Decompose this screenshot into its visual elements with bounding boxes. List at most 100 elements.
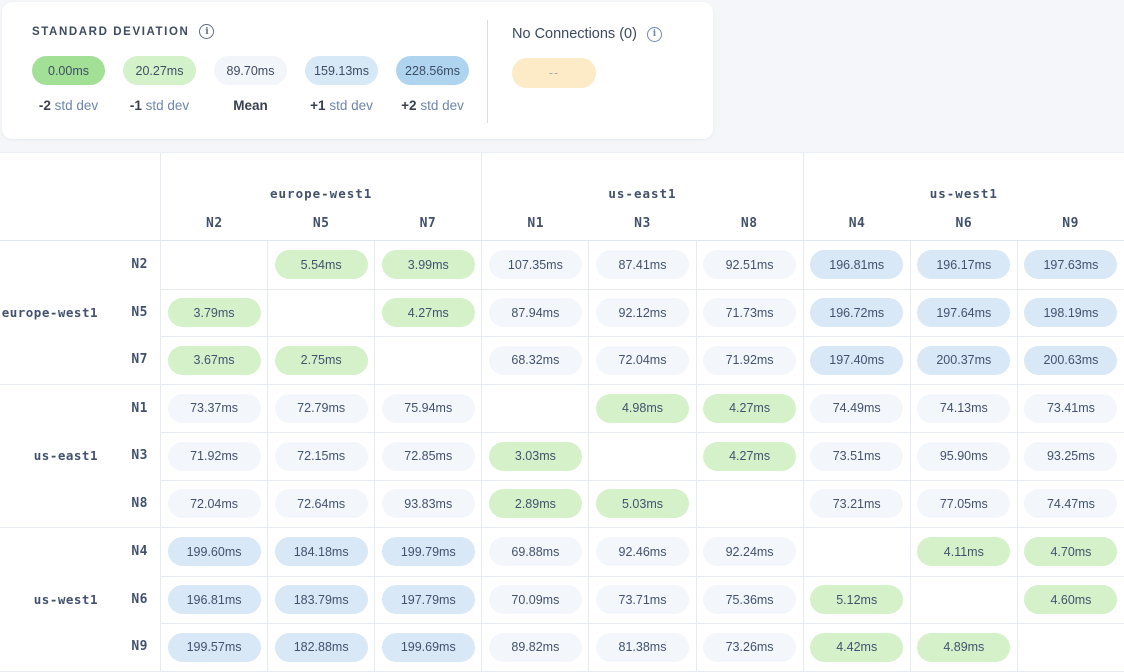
- latency-pill[interactable]: 92.24ms: [703, 537, 796, 566]
- latency-pill[interactable]: 95.90ms: [917, 442, 1010, 471]
- column-node-label[interactable]: N1: [482, 216, 589, 231]
- info-icon[interactable]: i: [199, 24, 214, 39]
- latency-pill[interactable]: 199.69ms: [382, 633, 475, 662]
- latency-pill[interactable]: 72.15ms: [275, 442, 368, 471]
- latency-pill[interactable]: 72.79ms: [275, 394, 368, 423]
- latency-pill[interactable]: 72.04ms: [168, 489, 261, 518]
- latency-pill[interactable]: 81.38ms: [596, 633, 689, 662]
- latency-pill[interactable]: 2.89ms: [489, 489, 582, 518]
- latency-pill[interactable]: 200.37ms: [917, 346, 1010, 375]
- column-node-label[interactable]: N6: [910, 216, 1017, 231]
- latency-pill[interactable]: 73.37ms: [168, 394, 261, 423]
- column-region-label: us-west1: [804, 186, 1124, 201]
- row-node-label[interactable]: N6: [112, 576, 160, 624]
- column-node-label[interactable]: N3: [589, 216, 696, 231]
- latency-pill[interactable]: 4.27ms: [703, 394, 796, 423]
- latency-pill[interactable]: 2.75ms: [275, 346, 368, 375]
- latency-pill[interactable]: 70.09ms: [489, 585, 582, 614]
- latency-pill[interactable]: 196.81ms: [810, 250, 903, 279]
- latency-pill[interactable]: 4.89ms: [917, 633, 1010, 662]
- column-node-label[interactable]: N8: [696, 216, 803, 231]
- latency-pill[interactable]: 69.88ms: [489, 537, 582, 566]
- row-node-label[interactable]: N1: [112, 385, 160, 433]
- latency-pill[interactable]: 197.79ms: [382, 585, 475, 614]
- latency-pill[interactable]: 92.46ms: [596, 537, 689, 566]
- latency-pill[interactable]: 184.18ms: [275, 537, 368, 566]
- latency-pill[interactable]: 199.57ms: [168, 633, 261, 662]
- latency-pill[interactable]: 4.98ms: [596, 394, 689, 423]
- latency-pill[interactable]: 5.03ms: [596, 489, 689, 518]
- latency-pill[interactable]: 4.60ms: [1024, 585, 1117, 614]
- latency-pill[interactable]: 74.49ms: [810, 394, 903, 423]
- latency-pill[interactable]: 73.21ms: [810, 489, 903, 518]
- latency-pill[interactable]: 71.92ms: [168, 442, 261, 471]
- latency-pill[interactable]: 198.19ms: [1024, 298, 1117, 327]
- latency-pill[interactable]: 74.47ms: [1024, 489, 1117, 518]
- latency-pill[interactable]: 4.11ms: [917, 537, 1010, 566]
- latency-pill[interactable]: 5.12ms: [810, 585, 903, 614]
- column-node-label[interactable]: N7: [375, 216, 482, 231]
- latency-pill[interactable]: 197.40ms: [810, 346, 903, 375]
- latency-pill[interactable]: 93.25ms: [1024, 442, 1117, 471]
- latency-pill[interactable]: 89.82ms: [489, 633, 582, 662]
- latency-pill[interactable]: 5.54ms: [275, 250, 368, 279]
- latency-pill[interactable]: 87.41ms: [596, 250, 689, 279]
- info-icon[interactable]: i: [647, 27, 662, 42]
- latency-pill[interactable]: 71.73ms: [703, 298, 796, 327]
- row-node-label[interactable]: N2: [112, 241, 160, 289]
- matrix-cell: 73.71ms: [588, 576, 695, 624]
- latency-pill[interactable]: 73.41ms: [1024, 394, 1117, 423]
- row-node-label[interactable]: N7: [112, 336, 160, 384]
- latency-pill[interactable]: 92.12ms: [596, 298, 689, 327]
- row-node-label[interactable]: N9: [112, 623, 160, 671]
- latency-pill[interactable]: 74.13ms: [917, 394, 1010, 423]
- latency-pill[interactable]: 73.71ms: [596, 585, 689, 614]
- latency-pill[interactable]: 199.79ms: [382, 537, 475, 566]
- latency-pill[interactable]: 75.94ms: [382, 394, 475, 423]
- matrix-cell: 68.32ms: [481, 336, 588, 384]
- matrix-cell: 74.49ms: [803, 385, 910, 433]
- latency-pill[interactable]: 72.04ms: [596, 346, 689, 375]
- latency-pill[interactable]: 196.17ms: [917, 250, 1010, 279]
- column-node-label[interactable]: N9: [1017, 216, 1124, 231]
- column-node-label[interactable]: N2: [161, 216, 268, 231]
- matrix-cell: 197.79ms: [374, 576, 481, 624]
- latency-pill[interactable]: 68.32ms: [489, 346, 582, 375]
- latency-pill[interactable]: 72.64ms: [275, 489, 368, 518]
- latency-pill[interactable]: 73.51ms: [810, 442, 903, 471]
- latency-pill[interactable]: 197.64ms: [917, 298, 1010, 327]
- latency-pill[interactable]: 77.05ms: [917, 489, 1010, 518]
- column-node-label[interactable]: N4: [804, 216, 911, 231]
- latency-pill[interactable]: 199.60ms: [168, 537, 261, 566]
- latency-pill[interactable]: 3.99ms: [382, 250, 475, 279]
- latency-pill[interactable]: 4.42ms: [810, 633, 903, 662]
- latency-pill[interactable]: 3.03ms: [489, 442, 582, 471]
- latency-pill[interactable]: 4.27ms: [382, 298, 475, 327]
- latency-pill[interactable]: 75.36ms: [703, 585, 796, 614]
- row-node-label[interactable]: N8: [112, 480, 160, 528]
- latency-pill[interactable]: 3.79ms: [168, 298, 261, 327]
- latency-pill[interactable]: 182.88ms: [275, 633, 368, 662]
- latency-pill[interactable]: 196.72ms: [810, 298, 903, 327]
- matrix-cell: 71.92ms: [696, 336, 803, 384]
- matrix-cell: 73.41ms: [1017, 385, 1124, 433]
- latency-pill[interactable]: 196.81ms: [168, 585, 261, 614]
- latency-pill[interactable]: 183.79ms: [275, 585, 368, 614]
- latency-pill[interactable]: 87.94ms: [489, 298, 582, 327]
- row-node-label[interactable]: N5: [112, 289, 160, 337]
- latency-pill[interactable]: 93.83ms: [382, 489, 475, 518]
- latency-pill[interactable]: 71.92ms: [703, 346, 796, 375]
- latency-pill[interactable]: 107.35ms: [489, 250, 582, 279]
- latency-pill[interactable]: 72.85ms: [382, 442, 475, 471]
- latency-pill[interactable]: 73.26ms: [703, 633, 796, 662]
- column-node-label[interactable]: N5: [268, 216, 375, 231]
- latency-pill[interactable]: 197.63ms: [1024, 250, 1117, 279]
- matrix-cell: 93.25ms: [1017, 432, 1124, 480]
- latency-pill[interactable]: 4.27ms: [703, 442, 796, 471]
- row-node-label[interactable]: N4: [112, 528, 160, 576]
- latency-pill[interactable]: 92.51ms: [703, 250, 796, 279]
- latency-pill[interactable]: 200.63ms: [1024, 346, 1117, 375]
- latency-pill[interactable]: 3.67ms: [168, 346, 261, 375]
- latency-pill[interactable]: 4.70ms: [1024, 537, 1117, 566]
- row-node-label[interactable]: N3: [112, 432, 160, 480]
